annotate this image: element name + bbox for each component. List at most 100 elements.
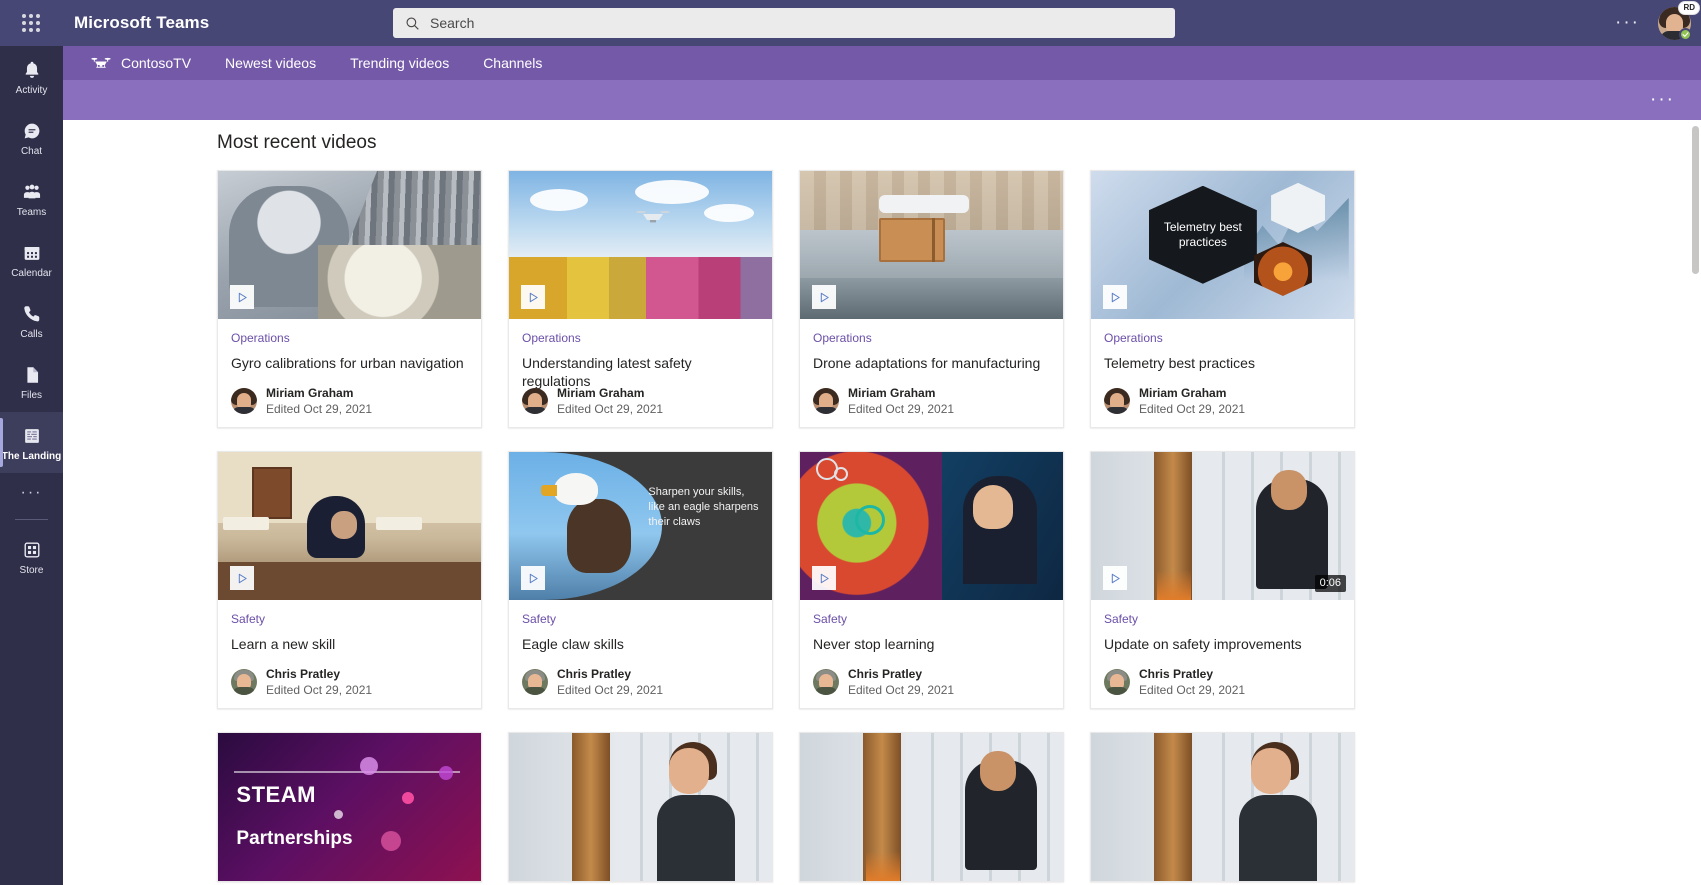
video-title: Update on safety improvements — [1104, 636, 1302, 652]
video-card-body: Operations Gyro calibrations for urban n… — [218, 319, 481, 427]
video-card[interactable]: Operations Gyro calibrations for urban n… — [217, 170, 482, 428]
sidebar-item-label: Chat — [20, 145, 43, 157]
author-avatar — [231, 388, 257, 414]
video-thumbnail[interactable] — [218, 171, 481, 319]
play-icon[interactable] — [1103, 285, 1127, 309]
video-card[interactable] — [508, 732, 773, 882]
author-avatar — [813, 388, 839, 414]
phone-icon — [20, 302, 44, 326]
video-meta: Miriam Graham Edited Oct 29, 2021 — [231, 386, 468, 416]
video-card-body: Safety Never stop learning Chris Pratley… — [800, 600, 1063, 708]
video-card[interactable]: Safety Never stop learning Chris Pratley… — [799, 451, 1064, 709]
author-name: Miriam Graham — [1139, 386, 1227, 400]
bell-icon — [20, 58, 44, 82]
video-duration-badge: 0:06 — [1314, 575, 1346, 592]
play-icon[interactable] — [1103, 566, 1127, 590]
play-icon[interactable] — [521, 285, 545, 309]
video-card-body: Operations Drone adaptations for manufac… — [800, 319, 1063, 427]
play-icon[interactable] — [230, 566, 254, 590]
video-thumbnail[interactable]: STEAM Partnerships — [218, 733, 481, 881]
sidebar-item-teams[interactable]: Teams — [0, 168, 63, 229]
video-category[interactable]: Operations — [813, 331, 1050, 345]
video-card[interactable]: Operations Drone adaptations for manufac… — [799, 170, 1064, 428]
author-avatar — [813, 669, 839, 695]
video-category[interactable]: Operations — [1104, 331, 1341, 345]
edited-date: Edited Oct 29, 2021 — [557, 683, 664, 697]
thumbnail-art — [509, 171, 772, 319]
video-card[interactable]: Safety Learn a new skill Chris Pratley E… — [217, 451, 482, 709]
video-meta: Miriam Graham Edited Oct 29, 2021 — [813, 386, 1050, 416]
video-thumbnail[interactable] — [1091, 733, 1354, 881]
author-avatar — [522, 669, 548, 695]
tab-newest-videos[interactable]: Newest videos — [225, 55, 316, 71]
video-thumbnail[interactable]: 0:06 — [1091, 452, 1354, 600]
play-icon[interactable] — [521, 566, 545, 590]
titlebar-more-button[interactable]: ··· — [1611, 12, 1644, 34]
sidebar-item-label: Calendar — [11, 267, 52, 279]
avatar[interactable]: RD — [1658, 0, 1700, 41]
video-category[interactable]: Safety — [813, 612, 1050, 626]
tab-channels[interactable]: Channels — [483, 55, 542, 71]
video-category[interactable]: Safety — [1104, 612, 1341, 626]
sidebar-more-button[interactable]: ··· — [0, 473, 63, 513]
video-card[interactable]: STEAM Partnerships — [217, 732, 482, 882]
scrollbar-thumb[interactable] — [1692, 126, 1699, 274]
drone-illustration — [636, 211, 671, 223]
play-icon[interactable] — [230, 285, 254, 309]
sidebar-item-store[interactable]: Store — [0, 526, 63, 587]
video-card[interactable] — [799, 732, 1064, 882]
video-thumbnail[interactable]: Telemetry best practices — [1091, 171, 1354, 319]
sidebar-item-the-landing[interactable]: The Landing — [0, 412, 63, 473]
video-thumbnail[interactable] — [800, 171, 1063, 319]
sidebar-item-label: Teams — [16, 206, 47, 218]
edited-date: Edited Oct 29, 2021 — [848, 683, 955, 697]
video-category[interactable]: Safety — [522, 612, 759, 626]
search-bar[interactable]: Search — [393, 8, 1175, 38]
video-card[interactable]: Operations Understanding latest safety r… — [508, 170, 773, 428]
tab-trending-videos[interactable]: Trending videos — [350, 55, 449, 71]
video-thumbnail[interactable] — [509, 733, 772, 881]
store-icon — [20, 538, 44, 562]
tab-contosotv[interactable]: ContosoTV — [91, 55, 191, 71]
video-category[interactable]: Safety — [231, 612, 468, 626]
video-card[interactable]: Sharpen your skills, like an eagle sharp… — [508, 451, 773, 709]
video-gallery: Most recent videos Operations Gyro calib… — [63, 120, 1701, 885]
app-launcher-icon[interactable] — [8, 0, 54, 46]
video-thumbnail[interactable] — [800, 452, 1063, 600]
edited-date: Edited Oct 29, 2021 — [266, 683, 373, 697]
sidebar-item-calendar[interactable]: Calendar — [0, 229, 63, 290]
author-name: Miriam Graham — [848, 386, 936, 400]
video-thumbnail[interactable] — [509, 171, 772, 319]
play-icon[interactable] — [812, 566, 836, 590]
video-thumbnail[interactable]: Sharpen your skills, like an eagle sharp… — [509, 452, 772, 600]
video-category[interactable]: Operations — [231, 331, 468, 345]
video-meta: Chris Pratley Edited Oct 29, 2021 — [231, 667, 468, 697]
sidebar-item-label: Files — [20, 389, 43, 401]
edited-date: Edited Oct 29, 2021 — [266, 402, 373, 416]
sidebar-item-activity[interactable]: Activity — [0, 46, 63, 107]
author-avatar — [231, 669, 257, 695]
sidebar-item-label: Calls — [20, 328, 43, 340]
thumbnail-art: Sharpen your skills, like an eagle sharp… — [509, 452, 772, 600]
channel-overflow-button[interactable]: ··· — [1650, 90, 1675, 109]
thumbnail-overlay-text: STEAM — [236, 781, 316, 807]
video-thumbnail[interactable] — [218, 452, 481, 600]
edited-date: Edited Oct 29, 2021 — [557, 402, 664, 416]
video-thumbnail[interactable] — [800, 733, 1063, 881]
video-category[interactable]: Operations — [522, 331, 759, 345]
video-card[interactable] — [1090, 732, 1355, 882]
content-scrollbar[interactable] — [1689, 120, 1701, 885]
sidebar-item-chat[interactable]: Chat — [0, 107, 63, 168]
author-name: Miriam Graham — [557, 386, 645, 400]
sidebar-item-files[interactable]: Files — [0, 351, 63, 412]
search-input[interactable]: Search — [393, 8, 1175, 38]
thumbnail-art — [218, 452, 481, 600]
thumbnail-art — [800, 733, 1063, 881]
play-icon[interactable] — [812, 285, 836, 309]
video-card[interactable]: 0:06 Safety Update on safety improvement… — [1090, 451, 1355, 709]
edited-date: Edited Oct 29, 2021 — [1139, 402, 1246, 416]
edited-date: Edited Oct 29, 2021 — [848, 402, 955, 416]
search-placeholder: Search — [430, 15, 475, 31]
sidebar-item-calls[interactable]: Calls — [0, 290, 63, 351]
video-card[interactable]: Telemetry best practices Operations Tele… — [1090, 170, 1355, 428]
